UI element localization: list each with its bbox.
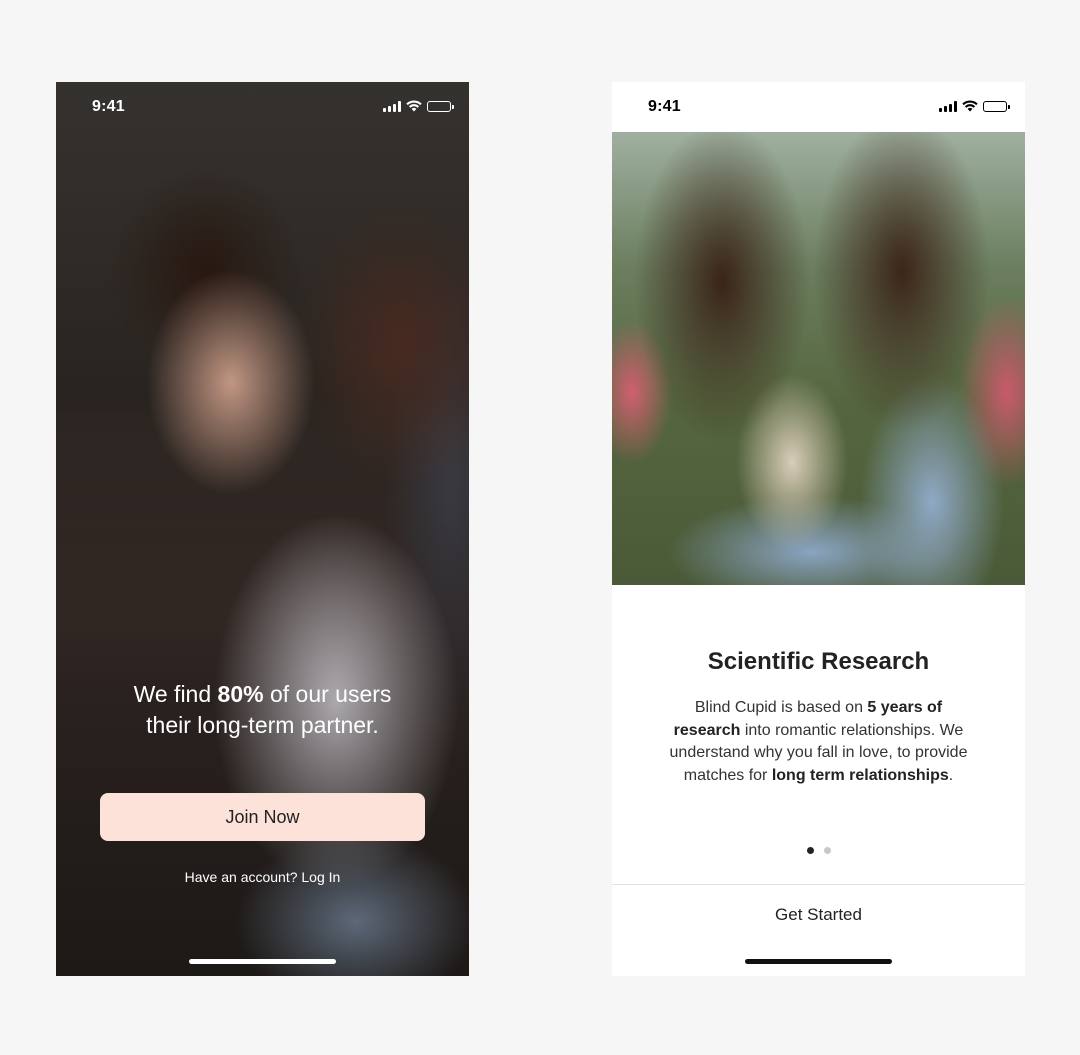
page-dot[interactable] xyxy=(823,847,831,854)
page-title: Scientific Research xyxy=(707,648,930,675)
welcome-screen: 9:41 We find 80% of our users their long… xyxy=(56,82,469,976)
status-time: 9:41 xyxy=(648,98,681,115)
get-started-button[interactable]: Get Started xyxy=(612,885,1025,945)
status-bar: 9:41 xyxy=(612,82,1025,132)
welcome-headline: We find 80% of our users their long-term… xyxy=(133,681,392,738)
battery-icon xyxy=(983,100,1010,112)
page-indicator[interactable] xyxy=(612,847,1025,854)
wifi-icon xyxy=(406,100,422,112)
cellular-signal-icon xyxy=(383,100,401,112)
page-dot-active[interactable] xyxy=(806,847,814,854)
description-text: Blind Cupid is based on 5 years of resea… xyxy=(669,699,968,784)
cellular-signal-icon xyxy=(939,100,957,112)
status-bar: 9:41 xyxy=(56,82,469,132)
hero-photo xyxy=(612,132,1025,585)
status-time: 9:41 xyxy=(92,98,125,115)
headline-highlight: 80% xyxy=(217,681,264,707)
join-now-button[interactable]: Join Now xyxy=(100,793,425,841)
login-link[interactable]: Have an account? Log In xyxy=(56,869,469,885)
home-indicator[interactable] xyxy=(189,959,336,964)
onboarding-screen: 9:41 Scientific Research Blind Cupid is … xyxy=(612,82,1025,976)
home-indicator[interactable] xyxy=(745,959,892,964)
battery-icon xyxy=(427,100,454,112)
wifi-icon xyxy=(962,100,978,112)
